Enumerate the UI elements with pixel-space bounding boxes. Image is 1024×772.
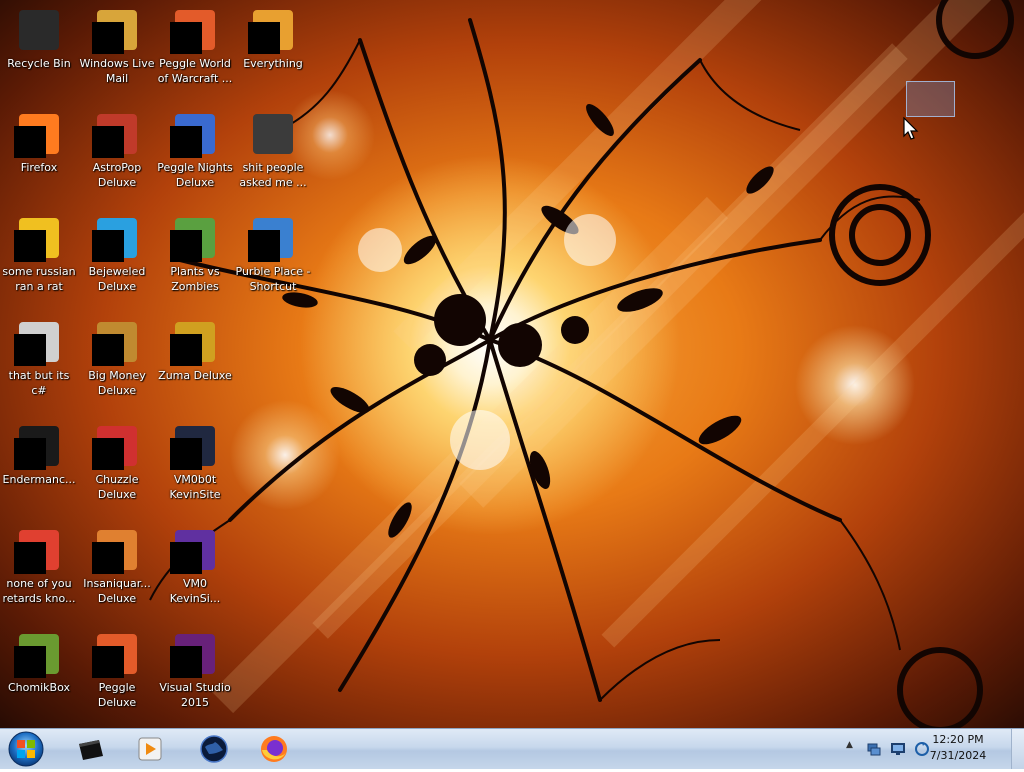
desktop-icon-label: Peggle Deluxe [97, 681, 137, 709]
desktop-icon[interactable]: ChomikBox [0, 628, 78, 724]
censor-block [92, 542, 124, 574]
censor-block [170, 646, 202, 678]
desktop-icon[interactable]: Chuzzle Deluxe [78, 420, 156, 516]
desktop-icon[interactable]: Insaniquar... Deluxe [78, 524, 156, 620]
desktop-icon[interactable]: Plants vs Zombies [156, 212, 234, 308]
desktop[interactable]: Recycle Bin Windows Live Mail Peggle World… [0, 0, 1024, 728]
censor-block [14, 646, 46, 678]
censor-block [170, 542, 202, 574]
censor-block [248, 22, 280, 54]
desktop-icon[interactable]: Peggle Deluxe [78, 628, 156, 724]
network-icon[interactable] [866, 741, 882, 757]
desktop-icon[interactable]: Big Money Deluxe [78, 316, 156, 412]
desktop-icon[interactable]: Purble Place - Shortcut [234, 212, 312, 308]
censor-block [170, 334, 202, 366]
censor-block [92, 22, 124, 54]
terminal-icon [79, 740, 103, 760]
desktop-icon[interactable]: Zuma Deluxe [156, 316, 234, 412]
censor-block [14, 438, 46, 470]
show-hidden-icons-button[interactable]: ▲ [846, 740, 862, 756]
desktop-icon-label: that but its c# [8, 369, 70, 397]
censor-block [248, 230, 280, 262]
folder-icon [253, 114, 293, 154]
desktop-icon[interactable]: Peggle Nights Deluxe [156, 108, 234, 204]
censor-block [170, 126, 202, 158]
censor-block [92, 334, 124, 366]
desktop-icon-label: Peggle World of Warcraft ... [157, 57, 233, 85]
desktop-icon[interactable]: Windows Live Mail [78, 4, 156, 100]
desktop-icon-label: Insaniquar... Deluxe [83, 577, 151, 605]
recycle-bin-icon-shape [19, 10, 59, 50]
desktop-icon[interactable]: Visual Studio 2015 [156, 628, 234, 724]
desktop-icon-label: Plants vs Zombies [170, 265, 220, 293]
desktop-icon[interactable]: VM0 KevinSi... [156, 524, 234, 620]
desktop-icon-label: Windows Live Mail [79, 57, 155, 85]
selection-rectangle [906, 81, 955, 117]
censor-block [14, 126, 46, 158]
desktop-icon-label: VM0b0t KevinSite [169, 473, 221, 501]
monitor-icon[interactable] [890, 741, 906, 757]
start-button[interactable] [4, 730, 48, 768]
desktop-icon[interactable]: Endermanc... [0, 420, 78, 516]
windows-orb-icon [8, 731, 44, 767]
desktop-icon-label: some russian ran a rat [2, 265, 76, 293]
censor-block [14, 334, 46, 366]
desktop-icon[interactable]: some russian ran a rat [0, 212, 78, 308]
censor-block [170, 22, 202, 54]
desktop-icon-label: Peggle Nights Deluxe [157, 161, 233, 189]
recycle-bin-icon [19, 10, 59, 50]
desktop-icon-label: ChomikBox [8, 681, 70, 694]
desktop-icon-label: VM0 KevinSi... [169, 577, 221, 605]
desktop-icon[interactable]: Peggle World of Warcraft ... [156, 4, 234, 100]
censor-block [14, 230, 46, 262]
taskbar-clock[interactable]: 12:20 PM 7/31/2024 [918, 732, 998, 764]
desktop-icon[interactable]: Everything [234, 4, 312, 100]
globe-icon [200, 735, 228, 763]
desktop-icon-label: Firefox [20, 161, 58, 174]
desktop-icon-label: Recycle Bin [7, 57, 71, 70]
taskbar-globe-browser[interactable] [186, 732, 242, 766]
clock-date: 7/31/2024 [929, 749, 987, 762]
censor-block [170, 438, 202, 470]
taskbar: ▲ 12:20 PM 7/31/2024 [0, 728, 1024, 769]
mouse-cursor-icon [903, 117, 919, 140]
folder-icon-shape [253, 114, 293, 154]
desktop-icon-label: Zuma Deluxe [158, 369, 232, 382]
desktop-icon-label: none of you retards kno... [2, 577, 76, 605]
desktop-icon[interactable]: AstroPop Deluxe [78, 108, 156, 204]
taskbar-terminal[interactable] [62, 732, 118, 766]
censor-block [170, 230, 202, 262]
desktop-icon[interactable]: that but its c# [0, 316, 78, 412]
desktop-icon[interactable]: none of you retards kno... [0, 524, 78, 620]
desktop-icon[interactable]: VM0b0t KevinSite [156, 420, 234, 516]
taskbar-firefox[interactable] [246, 732, 302, 766]
desktop-icon-label: Bejeweled Deluxe [88, 265, 146, 293]
desktop-icon-label: Endermanc... [2, 473, 76, 486]
censor-block [14, 542, 46, 574]
desktop-icon-label: Purble Place - Shortcut [235, 265, 311, 293]
censor-block [92, 646, 124, 678]
desktop-icon[interactable]: shit people asked me ... [234, 108, 312, 204]
show-desktop-button[interactable] [1011, 729, 1024, 769]
desktop-icon[interactable]: Recycle Bin [0, 4, 78, 100]
censor-block [92, 230, 124, 262]
taskbar-media-player[interactable] [122, 732, 178, 766]
desktop-icon-label: shit people asked me ... [239, 161, 307, 189]
clock-time: 12:20 PM [932, 733, 984, 746]
desktop-icon-label: AstroPop Deluxe [92, 161, 142, 189]
firefox-icon [261, 736, 287, 762]
censor-block [92, 438, 124, 470]
desktop-icon-label: Everything [243, 57, 303, 70]
desktop-icon[interactable]: Bejeweled Deluxe [78, 212, 156, 308]
desktop-icon-label: Chuzzle Deluxe [95, 473, 139, 501]
desktop-icon[interactable]: Firefox [0, 108, 78, 204]
desktop-icon-label: Big Money Deluxe [88, 369, 146, 397]
media-player-icon [138, 737, 162, 761]
censor-block [92, 126, 124, 158]
desktop-icon-label: Visual Studio 2015 [159, 681, 231, 709]
